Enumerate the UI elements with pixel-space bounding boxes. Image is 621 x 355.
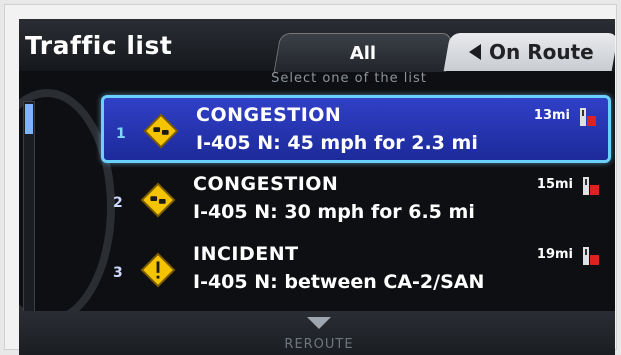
item-index: 2 xyxy=(113,195,123,211)
reroute-button[interactable]: REROUTE xyxy=(239,337,399,352)
item-description: I-405 N: 30 mph for 6.5 mi xyxy=(193,201,475,223)
selected-tab-indicator-icon xyxy=(468,44,481,60)
item-distance: 19mi xyxy=(536,247,573,262)
tab-all-label: All xyxy=(349,42,377,64)
item-type: CONGESTION xyxy=(193,173,339,195)
scroll-down-icon[interactable] xyxy=(307,317,331,329)
tab-on-route[interactable]: On Route xyxy=(443,33,615,71)
filter-tabs: All On Route xyxy=(273,33,615,72)
item-description: I-405 N: 45 mph for 2.3 mi xyxy=(196,132,478,154)
tab-on-route-label: On Route xyxy=(488,40,594,64)
footer-bar: REROUTE xyxy=(19,311,615,355)
congestion-icon xyxy=(143,113,179,149)
list-scrollbar[interactable] xyxy=(23,101,35,323)
route-position-icon xyxy=(583,247,599,265)
traffic-list: 1 CONGESTION I-405 N: 45 mph for 2.3 mi … xyxy=(101,95,611,305)
device-frame: Traffic list All On Route Select one of … xyxy=(4,4,617,355)
item-type: INCIDENT xyxy=(193,243,299,265)
list-item[interactable]: 1 CONGESTION I-405 N: 45 mph for 2.3 mi … xyxy=(101,95,611,163)
item-index: 1 xyxy=(116,126,126,142)
route-position-icon xyxy=(583,177,599,195)
list-item[interactable]: 3 INCIDENT I-405 N: between CA-2/SAN 19m… xyxy=(101,237,611,305)
list-item[interactable]: 2 CONGESTION I-405 N: 30 mph for 6.5 mi … xyxy=(101,167,611,235)
scrollbar-thumb[interactable] xyxy=(25,104,33,134)
page-title: Traffic list xyxy=(25,31,173,60)
item-distance: 13mi xyxy=(533,108,570,123)
item-description: I-405 N: between CA-2/SAN xyxy=(193,271,485,293)
item-type: CONGESTION xyxy=(196,104,342,126)
navigation-screen: Traffic list All On Route Select one of … xyxy=(19,19,615,355)
route-position-icon xyxy=(580,108,596,126)
instruction-text: Select one of the list xyxy=(271,71,427,86)
tab-all[interactable]: All xyxy=(273,33,453,72)
item-distance: 15mi xyxy=(536,177,573,192)
congestion-icon xyxy=(140,182,176,218)
item-index: 3 xyxy=(113,265,123,281)
header: Traffic list All On Route xyxy=(19,19,615,72)
incident-icon xyxy=(140,252,176,288)
